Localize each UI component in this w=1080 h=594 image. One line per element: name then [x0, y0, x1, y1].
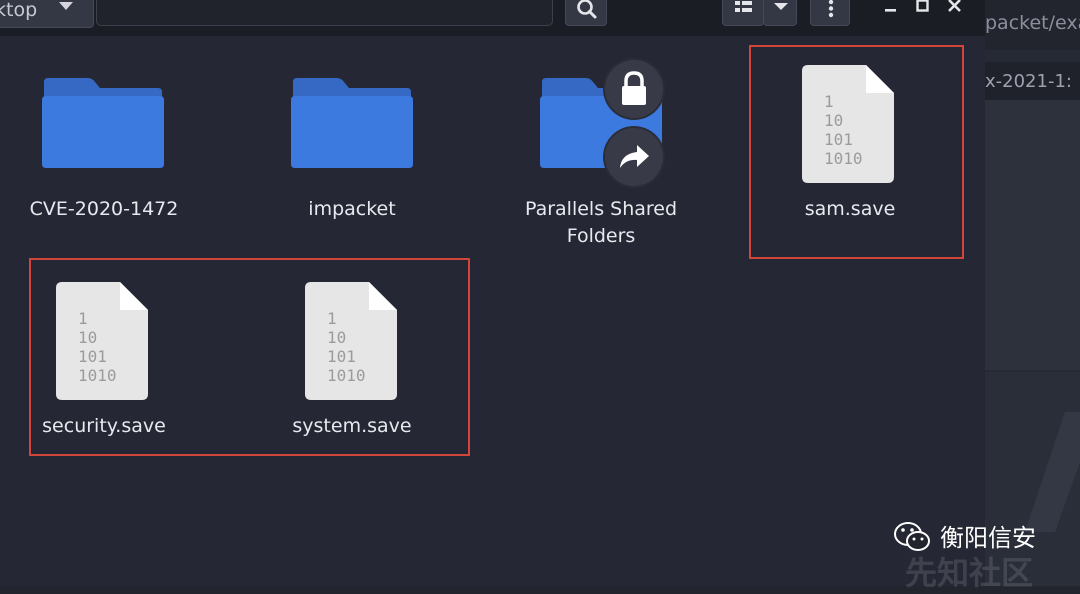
background-panel [985, 100, 1080, 370]
watermark-text: 衡阳信安 [940, 524, 1036, 552]
watermark-ghost-text: 先知社区 [905, 554, 1034, 592]
kebab-menu-icon [828, 0, 834, 18]
item-name: CVE-2020-1472 [29, 198, 179, 220]
list-view-icon [735, 1, 752, 12]
path-bar[interactable] [96, 0, 553, 26]
maximize-icon [916, 0, 929, 12]
highlight-box [749, 45, 964, 259]
item-name: Parallels Shared Folders [524, 198, 678, 247]
background-tab-text: x-2021-1: [985, 71, 1072, 92]
folder-item[interactable]: impacket [232, 60, 472, 230]
folder-icon [40, 74, 166, 170]
highlight-box [29, 258, 470, 456]
folder-item[interactable]: Parallels Shared Folders [481, 60, 721, 260]
toolbar: ktop [0, 0, 985, 36]
close-icon [948, 0, 961, 12]
minimize-icon [885, 9, 896, 12]
close-button[interactable] [944, 0, 966, 18]
chevron-down-icon [59, 2, 73, 10]
minimize-button[interactable] [880, 0, 902, 18]
maximize-button[interactable] [912, 0, 934, 18]
menu-button[interactable] [810, 0, 850, 26]
lock-icon [605, 60, 663, 118]
background-path-text: packet/exa [985, 12, 1080, 34]
symlink-arrow-icon [605, 128, 663, 186]
search-button[interactable] [565, 0, 607, 26]
search-icon [577, 0, 597, 19]
location-label: ktop [0, 0, 38, 21]
item-name: impacket [308, 198, 396, 220]
background-window: packet/exa x-2021-1: [985, 0, 1080, 586]
location-button[interactable]: ktop [0, 0, 94, 28]
folder-icon [289, 74, 415, 170]
list-view-button[interactable] [722, 0, 764, 26]
view-options-button[interactable] [763, 0, 797, 26]
folder-item[interactable]: CVE-2020-1472 [0, 60, 224, 230]
chevron-down-icon [774, 3, 788, 10]
file-manager-window: ktop CVE-2020-1472 impacket Parallels Sh… [0, 0, 985, 586]
